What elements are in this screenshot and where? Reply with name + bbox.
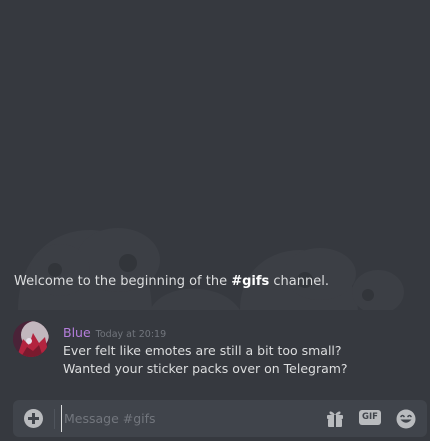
gift-icon — [327, 411, 343, 427]
message-header: Blue Today at 20:19 — [63, 322, 166, 341]
welcome-illustration — [18, 228, 404, 310]
welcome-suffix: channel. — [269, 274, 329, 289]
message-author[interactable]: Blue — [63, 325, 91, 340]
message-timestamp: Today at 20:19 — [95, 329, 167, 340]
message-composer: GIF — [13, 400, 427, 437]
gif-icon: GIF — [359, 410, 381, 425]
gif-button[interactable]: GIF — [359, 409, 383, 428]
emoji-icon — [396, 409, 416, 429]
welcome-channel-name: #gifs — [231, 274, 270, 289]
message-line: Wanted your sticker packs over on Telegr… — [63, 361, 348, 376]
message-line: Ever felt like emotes are still a bit to… — [63, 343, 342, 358]
avatar[interactable] — [13, 321, 49, 357]
avatar-image — [13, 321, 49, 357]
channel-welcome-message: Welcome to the beginning of the #gifs ch… — [14, 274, 329, 289]
emoji-button[interactable] — [395, 408, 417, 430]
composer-divider — [54, 409, 55, 429]
upload-button[interactable] — [13, 400, 54, 437]
chat-message: Blue Today at 20:19 Ever felt like emotes… — [0, 318, 430, 384]
chat-window: Welcome to the beginning of the #gifs ch… — [0, 0, 430, 441]
message-input[interactable] — [61, 405, 314, 432]
welcome-prefix: Welcome to the beginning of the — [14, 274, 232, 289]
gift-button[interactable] — [324, 408, 346, 430]
plus-circle-icon — [24, 409, 43, 428]
